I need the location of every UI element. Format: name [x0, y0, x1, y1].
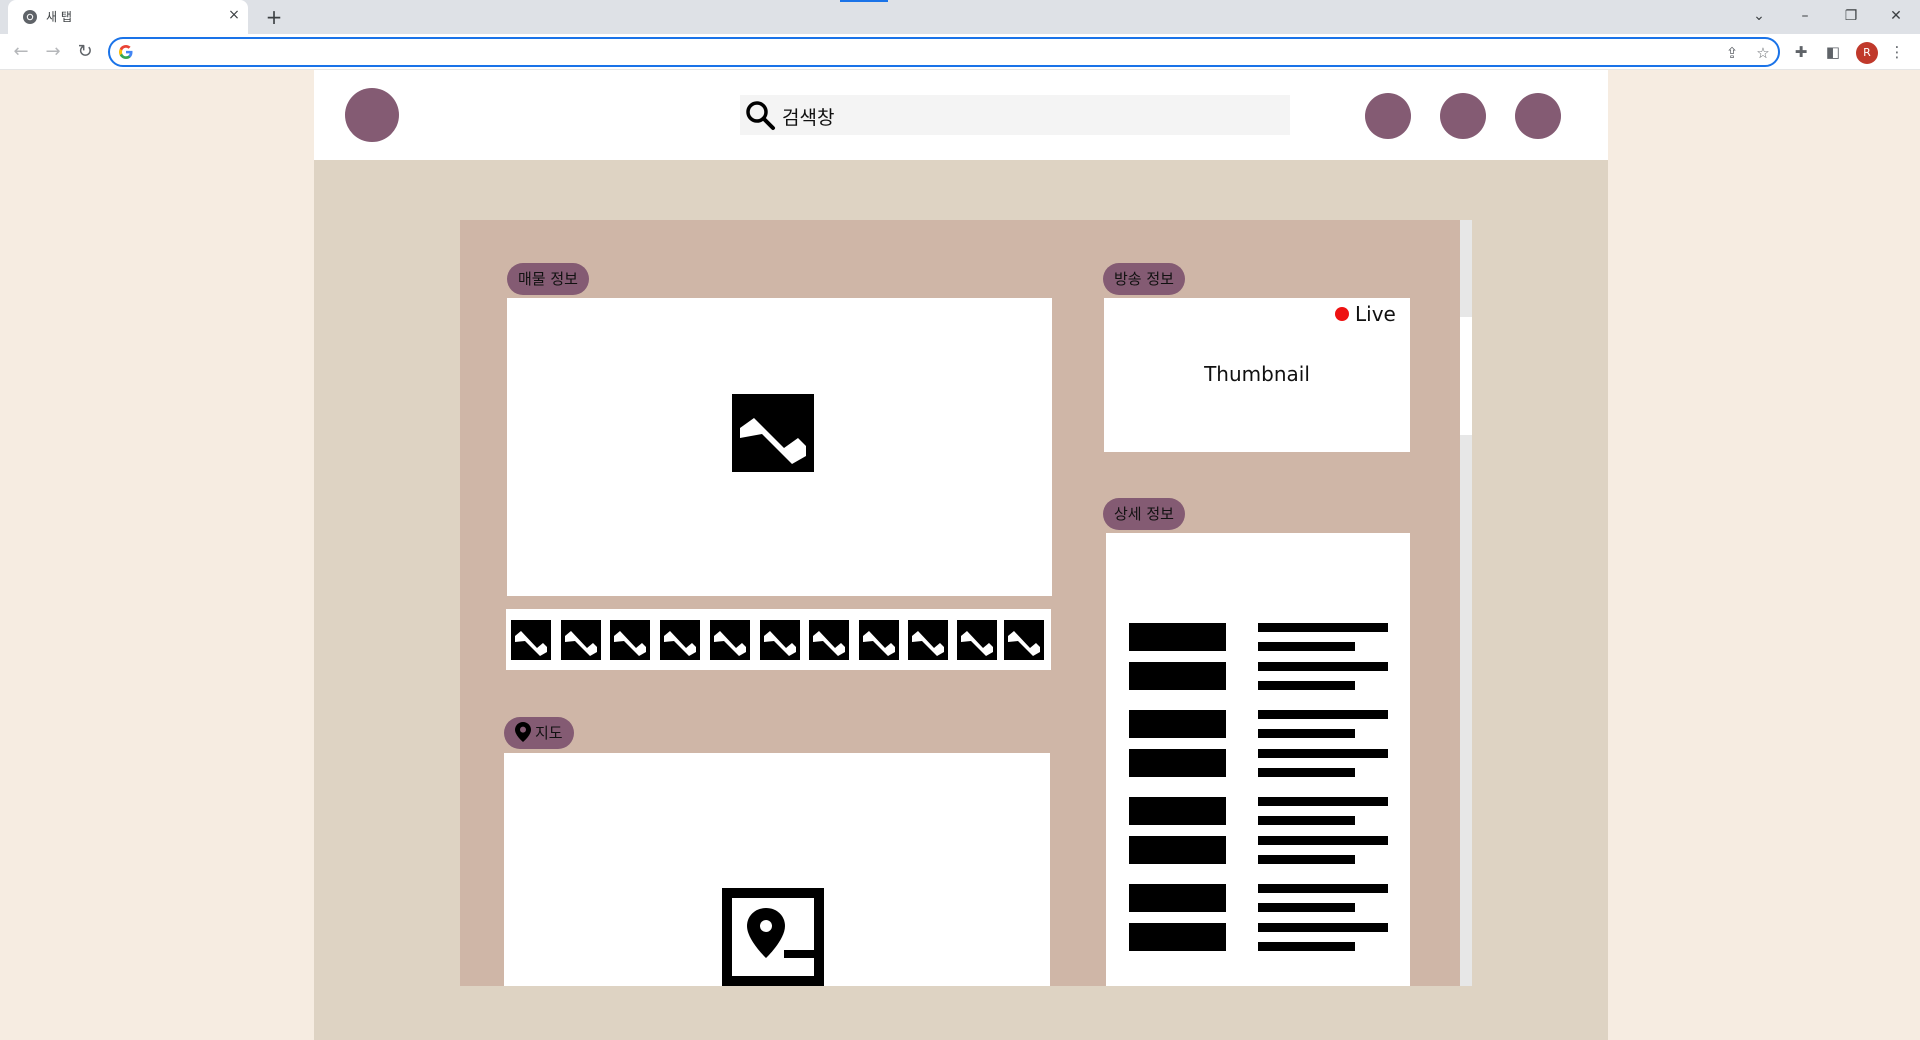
site-logo[interactable]: [345, 88, 399, 142]
reload-button[interactable]: ↻: [74, 41, 96, 63]
live-indicator-dot: [1335, 307, 1349, 321]
image-placeholder-icon: [732, 394, 814, 472]
share-icon[interactable]: ⇪: [1722, 43, 1742, 63]
map-label: 지도: [535, 724, 563, 742]
thumbnail-image-icon[interactable]: [511, 620, 551, 660]
detail-label-block: [1129, 836, 1226, 864]
google-icon: [119, 45, 133, 59]
detail-label-block: [1129, 923, 1226, 951]
detail-text-line: [1258, 768, 1355, 777]
browser-tab-bar: 새 탭 × + ⌄ – ❐ ✕: [0, 0, 1920, 34]
detail-label-block: [1129, 749, 1226, 777]
detail-label-block: [1129, 797, 1226, 825]
search-icon: [746, 101, 775, 130]
detail-text-line: [1258, 836, 1388, 845]
map-pin-icon: [515, 722, 531, 742]
property-main-photo[interactable]: [507, 298, 1052, 596]
thumbnail-image-icon[interactable]: [561, 620, 601, 660]
search-bar[interactable]: 검색창: [740, 95, 1290, 135]
detail-info-chip: 상세 정보: [1103, 498, 1185, 530]
broadcast-info-chip: 방송 정보: [1103, 263, 1185, 295]
map-chip: 지도: [504, 717, 574, 749]
thumbnail-label: Thumbnail: [1204, 362, 1310, 386]
browser-tab[interactable]: 새 탭 ×: [8, 0, 248, 34]
detail-text-line: [1258, 797, 1388, 806]
detail-label-block: [1129, 662, 1226, 690]
address-input[interactable]: [140, 42, 1680, 62]
thumbnail-image-icon[interactable]: [660, 620, 700, 660]
property-info-chip: 매물 정보: [507, 263, 589, 295]
thumbnail-image-icon[interactable]: [908, 620, 948, 660]
tab-strip-indicator: [840, 0, 888, 2]
header-menu-button-1[interactable]: [1365, 93, 1411, 139]
tab-close-icon[interactable]: ×: [226, 7, 242, 23]
new-tab-button[interactable]: +: [262, 5, 286, 29]
map-view[interactable]: [504, 753, 1050, 986]
minimize-button[interactable]: –: [1791, 4, 1819, 28]
detail-text-line: [1258, 884, 1388, 893]
detail-label-block: [1129, 710, 1226, 738]
panel-scrollbar-thumb[interactable]: [1460, 317, 1472, 435]
close-window-button[interactable]: ✕: [1882, 4, 1910, 28]
detail-label-block: [1129, 623, 1226, 651]
detail-text-line: [1258, 729, 1355, 738]
detail-text-line: [1258, 642, 1355, 651]
detail-text-line: [1258, 749, 1388, 758]
detail-text-line: [1258, 710, 1388, 719]
detail-text-line: [1258, 903, 1355, 912]
thumbnail-image-icon[interactable]: [859, 620, 899, 660]
profile-avatar[interactable]: R: [1856, 42, 1878, 64]
search-placeholder: 검색창: [782, 107, 835, 129]
detail-text-line: [1258, 816, 1355, 825]
browser-toolbar: ← → ↻ ⇪ ☆ ✚ ◧ R ⋮: [0, 34, 1920, 70]
back-button[interactable]: ←: [10, 41, 32, 63]
thumbnail-image-icon[interactable]: [610, 620, 650, 660]
site-header: 검색창: [314, 70, 1608, 160]
extensions-icon[interactable]: ✚: [1791, 42, 1811, 62]
thumbnail-image-icon[interactable]: [710, 620, 750, 660]
thumbnail-image-icon[interactable]: [957, 620, 997, 660]
thumbnail-image-icon[interactable]: [809, 620, 849, 660]
detail-text-line: [1258, 681, 1355, 690]
thumbnail-image-icon[interactable]: [1004, 620, 1044, 660]
live-label: Live: [1355, 302, 1396, 326]
detail-info-box: [1106, 533, 1410, 986]
detail-info-label: 상세 정보: [1114, 505, 1174, 523]
detail-text-line: [1258, 855, 1355, 864]
detail-text-line: [1258, 662, 1388, 671]
tab-title: 새 탭: [46, 10, 72, 24]
browser-menu-icon[interactable]: ⋮: [1887, 42, 1907, 62]
detail-label-block: [1129, 884, 1226, 912]
tab-search-button[interactable]: ⌄: [1745, 4, 1773, 28]
header-menu-button-3[interactable]: [1515, 93, 1561, 139]
bookmark-star-icon[interactable]: ☆: [1753, 43, 1773, 63]
detail-text-line: [1258, 942, 1355, 951]
thumbnail-image-icon[interactable]: [760, 620, 800, 660]
chrome-icon: [23, 10, 37, 24]
detail-text-line: [1258, 623, 1388, 632]
photo-thumbnail-strip: [506, 609, 1051, 670]
side-panel-icon[interactable]: ◧: [1823, 42, 1843, 62]
address-bar[interactable]: ⇪ ☆: [108, 37, 1780, 67]
forward-button[interactable]: →: [42, 41, 64, 63]
map-placeholder-icon: [722, 888, 824, 986]
restore-button[interactable]: ❐: [1837, 4, 1865, 28]
detail-text-line: [1258, 923, 1388, 932]
header-menu-button-2[interactable]: [1440, 93, 1486, 139]
